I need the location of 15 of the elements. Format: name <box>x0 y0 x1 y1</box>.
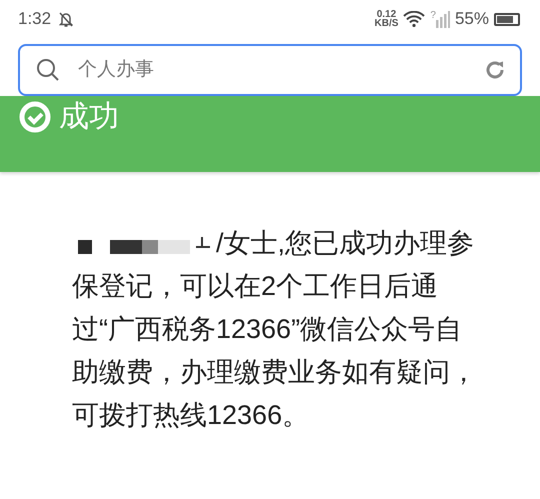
battery-icon <box>494 12 520 26</box>
unknown-signal-mark: ? <box>430 10 436 21</box>
message-text: /女士,您已成功办理参 保登记，可以在2个工作日后通 过“广西税务12366”微信公众号自 助缴费，办理缴费业务如有疑问， 可拨打热线12366。 <box>72 227 478 432</box>
check-circle-icon <box>19 101 51 133</box>
search-field[interactable]: 个人办事 <box>18 44 522 96</box>
banner-title: 成功 <box>59 99 119 135</box>
network-speed-value: 0.12 <box>376 10 396 19</box>
signal-icon <box>436 10 450 28</box>
network-speed-unit: KB/S <box>374 19 398 28</box>
search-icon <box>36 58 60 82</box>
wifi-icon <box>403 11 426 27</box>
battery-percent: 55% <box>454 9 489 29</box>
clock-time: 1:32 <box>18 9 52 29</box>
bell-off-icon <box>59 10 74 28</box>
refresh-icon[interactable] <box>484 59 506 81</box>
